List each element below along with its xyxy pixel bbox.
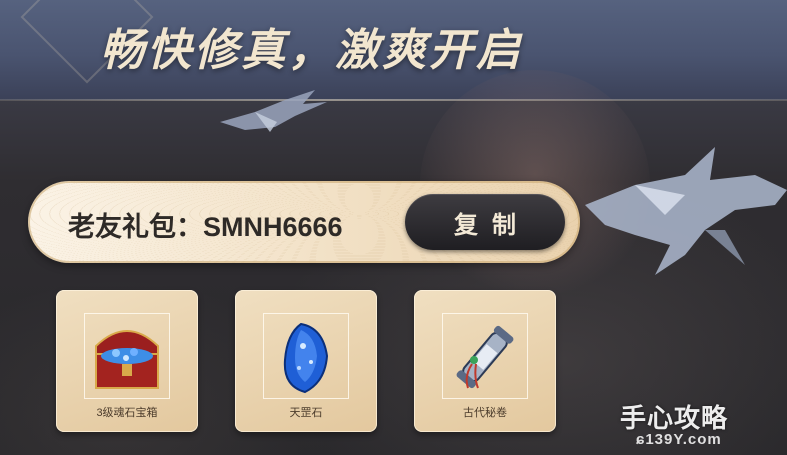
treasure-chest-icon <box>95 330 159 389</box>
copy-button[interactable]: 复制 <box>405 194 565 250</box>
reward-card[interactable]: 天罡石 <box>235 290 377 432</box>
flying-dragon-small <box>220 90 327 132</box>
scroll-icon <box>456 325 514 389</box>
flying-dragon-large <box>585 147 787 275</box>
site-watermark-url: ɕ139Y.com <box>636 431 722 448</box>
reward-card[interactable]: 3级魂石宝箱 <box>56 290 198 432</box>
blue-gem-icon <box>283 322 329 394</box>
reward-card[interactable]: 古代秘卷 <box>414 290 556 432</box>
reward-name: 古代秘卷 <box>463 407 507 419</box>
gift-code-text: 老友礼包：SMNH6666 <box>68 212 343 242</box>
site-watermark: 手心攻略 <box>620 403 729 433</box>
reward-name: 3级魂石宝箱 <box>96 407 158 419</box>
banner-title: 畅快修真，激爽开启 <box>100 25 523 76</box>
header-divider <box>0 99 787 101</box>
reward-name: 天罡石 <box>289 407 323 419</box>
